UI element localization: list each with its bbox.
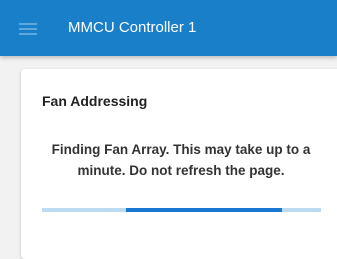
menu-icon[interactable] bbox=[19, 23, 37, 35]
progress-bar bbox=[125, 208, 282, 212]
progress-track bbox=[42, 208, 321, 212]
app-bar: MMCU Controller 1 bbox=[0, 0, 337, 56]
status-message: Finding Fan Array. This may take up to a… bbox=[51, 142, 311, 178]
app-title: MMCU Controller 1 bbox=[68, 19, 197, 36]
card-title: Fan Addressing bbox=[42, 93, 148, 109]
fan-addressing-card: Fan Addressing Finding Fan Array. This m… bbox=[21, 69, 337, 259]
